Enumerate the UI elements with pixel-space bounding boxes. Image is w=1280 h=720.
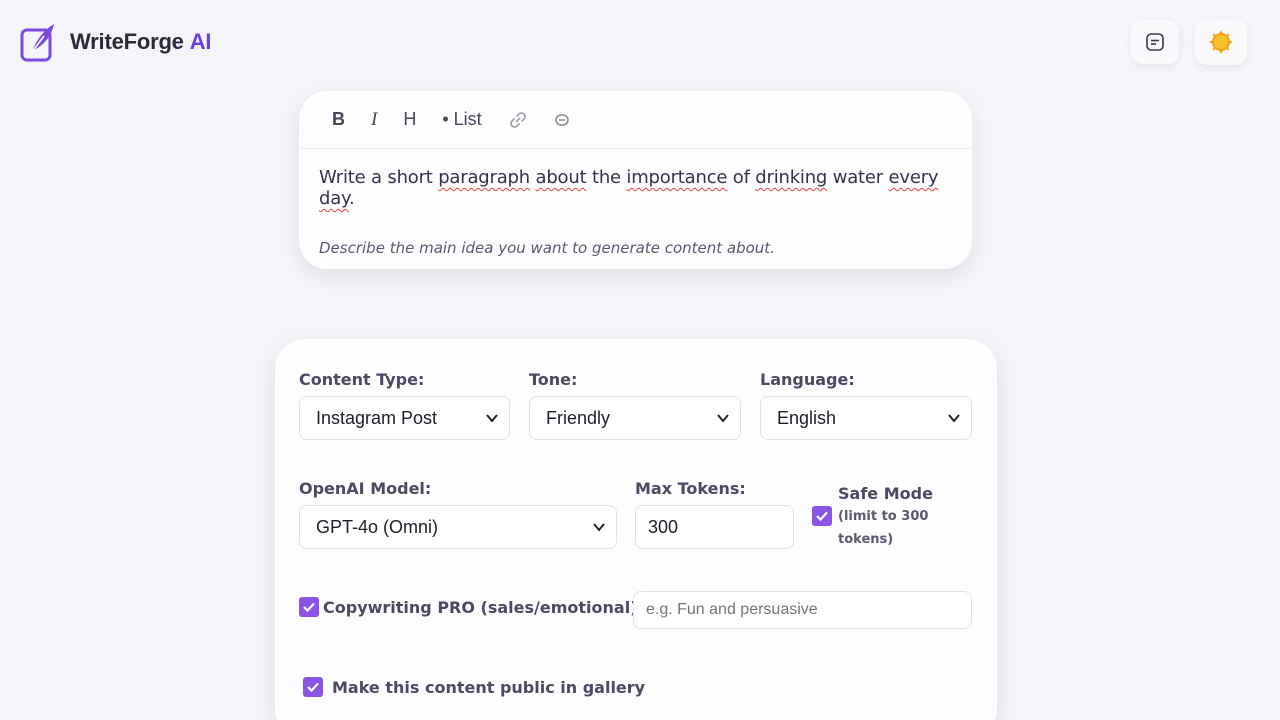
sun-icon [1209,30,1233,54]
language-select[interactable]: English [760,396,972,440]
list-button[interactable]: • List [442,109,481,130]
chevron-down-icon [593,523,605,532]
chevron-down-icon [486,414,498,423]
notes-icon [1146,33,1164,51]
chevron-down-icon [717,414,729,423]
copywriting-checkbox[interactable] [299,597,319,617]
model-label: OpenAI Model: [299,479,432,498]
tone-label: Tone: [529,370,578,389]
safe-mode-sub-1: (limit to 300 [838,509,929,524]
tone-value: Friendly [546,407,611,428]
theme-toggle-button[interactable] [1195,19,1247,65]
prompt-editor: B I H • List Write a short paragraph abo… [299,91,972,269]
content-type-value: Instagram Post [316,407,438,428]
content-type-label: Content Type: [299,370,425,389]
tone-select[interactable]: Friendly [529,396,741,440]
unlink-icon [554,113,569,126]
safe-mode-label: Safe Mode [838,484,933,503]
brand[interactable]: WriteForge AI [20,22,212,62]
link-icon [509,111,526,128]
safe-mode-checkbox[interactable] [812,506,832,526]
check-icon [307,682,319,693]
italic-button[interactable]: I [371,109,377,131]
content-type-select[interactable]: Instagram Post [299,396,510,440]
language-label: Language: [760,370,855,389]
model-select[interactable]: GPT-4o (Omni) [299,505,617,549]
brand-name: WriteForge AI [70,29,212,54]
history-button[interactable] [1131,20,1179,64]
safe-mode-sub-2: tokens) [838,532,894,547]
check-icon [303,602,315,613]
editor-toolbar: B I H • List [299,91,972,149]
editor-hint: Describe the main idea you want to gener… [319,239,775,257]
check-icon [816,511,828,522]
max-tokens-input[interactable]: 300 [635,505,794,549]
max-tokens-label: Max Tokens: [635,479,746,498]
chevron-down-icon [948,414,960,423]
prompt-text[interactable]: Write a short paragraph about the import… [319,167,972,209]
link-button[interactable] [508,110,528,130]
copywriting-style-input[interactable] [633,591,972,629]
feather-logo-icon [20,24,54,62]
unlink-button[interactable] [554,112,570,128]
model-value: GPT-4o (Omni) [316,516,439,537]
bold-button[interactable]: B [332,109,345,130]
settings-panel: Content Type: Instagram Post Tone: Frien… [275,339,997,720]
public-label: Make this content public in gallery [332,678,646,697]
language-value: English [777,407,837,428]
heading-button[interactable]: H [403,109,416,130]
copywriting-label: Copywriting PRO (sales/emotional) [323,598,638,617]
public-checkbox[interactable] [303,677,323,697]
